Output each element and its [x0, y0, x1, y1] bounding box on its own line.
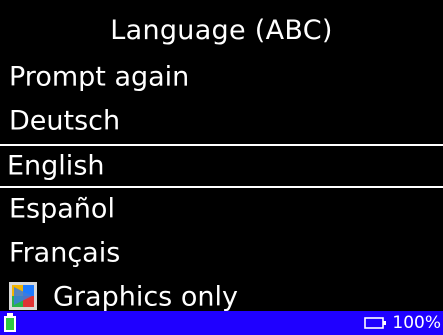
menu-item-label: Deutsch [9, 105, 121, 137]
menu-item-label: Graphics only [53, 281, 238, 313]
graphics-only-icon [9, 281, 37, 310]
menu-item-deutsch[interactable]: Deutsch [0, 100, 443, 144]
menu-item-espanol[interactable]: Español [0, 188, 443, 232]
status-bar: 100% [0, 311, 443, 335]
status-right: 100% [364, 311, 441, 335]
menu-item-label: Español [9, 193, 115, 225]
menu-item-francais[interactable]: Français [0, 232, 443, 276]
menu-item-label: English [7, 150, 105, 182]
page-title: Language (ABC) [110, 15, 333, 46]
battery-icon [4, 313, 16, 332]
language-list: Prompt again Deutsch English Español Fra… [0, 56, 443, 320]
menu-item-english[interactable]: English [0, 144, 443, 188]
language-menu-screen: Language (ABC) Prompt again Deutsch Engl… [0, 0, 443, 335]
menu-item-label: Français [9, 237, 121, 269]
level-percentage: 100% [392, 313, 441, 333]
menu-item-prompt-again[interactable]: Prompt again [0, 56, 443, 100]
display-icon [364, 317, 387, 329]
menu-item-label: Prompt again [9, 61, 190, 93]
